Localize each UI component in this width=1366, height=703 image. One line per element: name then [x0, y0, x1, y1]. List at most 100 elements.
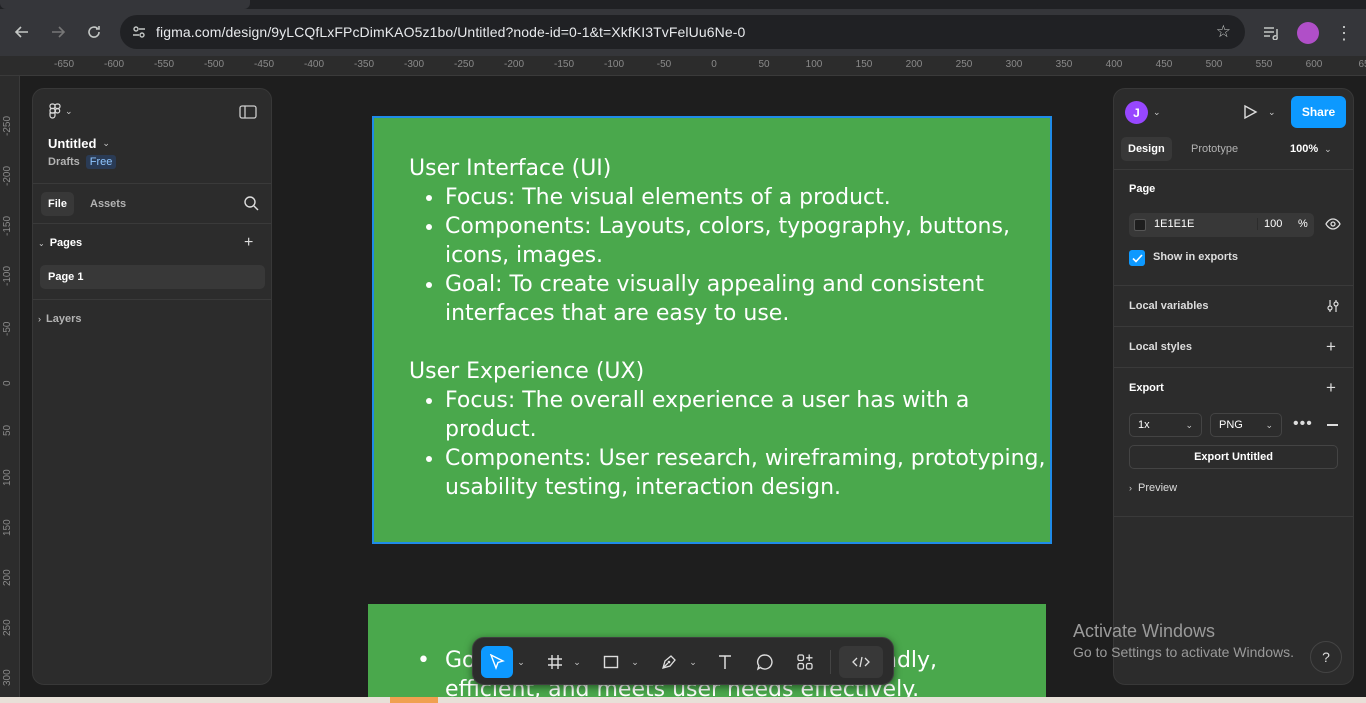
divider	[33, 299, 271, 300]
search-icon[interactable]	[243, 195, 259, 216]
local-variables-label[interactable]: Local variables	[1129, 300, 1209, 312]
export-button[interactable]: Export Untitled	[1129, 445, 1338, 469]
add-page-icon[interactable]: +	[244, 234, 253, 252]
divider	[1114, 169, 1353, 170]
export-format-dropdown[interactable]: PNG ⌄	[1210, 413, 1282, 437]
frame-tool[interactable]	[541, 646, 569, 678]
chevron-down-icon[interactable]: ⌄	[515, 646, 527, 678]
pen-tool[interactable]	[655, 646, 683, 678]
plan-badge[interactable]: Free	[85, 155, 117, 169]
local-styles-label: Local styles	[1129, 341, 1192, 353]
browser-tab[interactable]	[748, 0, 1038, 9]
toggle-sidebar-icon[interactable]	[239, 105, 257, 124]
chevron-down-icon[interactable]: ⌄	[629, 646, 641, 678]
file-name-button[interactable]: Untitled ⌄	[48, 136, 110, 151]
browser-tab-strip	[0, 0, 1366, 9]
browser-tab[interactable]	[0, 0, 250, 9]
ruler-tick-label: -300	[403, 59, 425, 70]
ruler-vertical: -250 -200 -150 -100 -50 0 50 100 150 200 250 300	[0, 76, 20, 703]
media-control-icon[interactable]	[1258, 18, 1286, 48]
ruler-tick-label: 600	[1305, 59, 1323, 70]
kebab-menu-icon[interactable]: ⋮	[1330, 18, 1358, 48]
eye-icon[interactable]	[1325, 217, 1341, 236]
comment-tool[interactable]	[751, 646, 779, 678]
taskbar-edge	[0, 697, 1366, 703]
ruler-tick-label: 250	[955, 59, 973, 70]
chevron-right-icon: ›	[38, 314, 41, 324]
ruler-tick-label: 150	[2, 519, 13, 536]
export-scale-dropdown[interactable]: 1x ⌄	[1129, 413, 1202, 437]
ruler-tick-label: -550	[153, 59, 175, 70]
remove-export-icon[interactable]	[1327, 424, 1338, 426]
pages-section-header[interactable]: ⌄ Pages	[38, 237, 82, 249]
ruler-tick-label: -200	[2, 165, 13, 186]
show-in-exports-label[interactable]: Show in exports	[1153, 251, 1238, 263]
present-button[interactable]: ⌄	[1242, 104, 1276, 120]
url-text[interactable]: figma.com/design/9yLCQfLxFPcDimKAO5z1bo/…	[156, 24, 745, 40]
tab-design[interactable]: Design	[1121, 137, 1172, 161]
shape-tool[interactable]	[597, 646, 625, 678]
back-arrow-icon[interactable]	[4, 14, 40, 50]
ruler-tick-label: -400	[303, 59, 325, 70]
drafts-link[interactable]: Drafts	[48, 156, 80, 168]
show-in-exports-checkbox[interactable]	[1129, 250, 1145, 266]
figma-logo-icon	[49, 103, 61, 119]
avatar: J	[1125, 101, 1148, 124]
profile-avatar-icon[interactable]	[1294, 18, 1322, 48]
ruler-tick-label: -100	[2, 265, 13, 286]
reload-icon[interactable]	[76, 14, 112, 50]
zoom-dropdown[interactable]: 100% ⌄	[1290, 137, 1332, 161]
color-swatch[interactable]	[1134, 219, 1146, 231]
text-tool[interactable]	[711, 646, 739, 678]
main-menu-button[interactable]: ⌄	[49, 103, 73, 119]
tab-prototype[interactable]: Prototype	[1184, 137, 1245, 161]
ruler-tick-label: 50	[2, 424, 13, 436]
more-options-icon[interactable]: •••	[1293, 415, 1313, 433]
add-export-icon[interactable]: +	[1326, 378, 1336, 398]
address-bar[interactable]: figma.com/design/9yLCQfLxFPcDimKAO5z1bo/…	[120, 15, 1245, 49]
ux-list: Focus: The overall experience a user has…	[445, 386, 1049, 502]
ruler-tick-label: 300	[2, 669, 13, 686]
comment-icon	[756, 654, 773, 671]
adjust-variables-icon[interactable]	[1326, 299, 1340, 318]
site-info-icon[interactable]	[130, 23, 148, 41]
ruler-tick-label: 250	[2, 619, 13, 636]
code-icon	[852, 656, 870, 668]
ruler-tick-label: -200	[503, 59, 525, 70]
page-item-1[interactable]: Page 1	[40, 265, 265, 289]
bookmark-star-icon[interactable]: ☆	[1216, 22, 1231, 42]
share-button[interactable]: Share	[1291, 96, 1346, 128]
tab-file[interactable]: File	[41, 192, 74, 216]
ruler-tick-label: -150	[553, 59, 575, 70]
dev-mode-toggle[interactable]	[839, 646, 883, 678]
ruler-tick-label: 0	[711, 59, 717, 70]
chevron-down-icon[interactable]: ⌄	[571, 646, 583, 678]
frame-ui-ux[interactable]: User Interface (UI) Focus: The visual el…	[372, 116, 1052, 544]
divider	[33, 183, 271, 184]
user-avatar-button[interactable]: J ⌄	[1125, 101, 1161, 124]
ruler-tick-label: 50	[758, 59, 770, 70]
right-sidebar: J ⌄ ⌄ Design Prototype 100% ⌄ Page 1E1E1…	[1113, 88, 1354, 685]
windows-activation-watermark: Activate Windows Go to Settings to activ…	[1073, 621, 1294, 660]
rectangle-icon	[603, 655, 619, 669]
layers-section-header[interactable]: › Layers	[38, 313, 81, 325]
tab-assets[interactable]: Assets	[83, 192, 133, 216]
bg-color-hex[interactable]: 1E1E1E	[1154, 218, 1194, 230]
ruler-tick-label: -150	[2, 215, 13, 236]
ruler-tick-label: 450	[1155, 59, 1173, 70]
left-sidebar: ⌄ Untitled ⌄ Drafts Free File Assets ⌄ P…	[32, 88, 272, 685]
bg-opacity[interactable]: 100	[1257, 218, 1282, 230]
add-style-icon[interactable]: +	[1326, 337, 1336, 357]
preview-toggle[interactable]: › Preview	[1129, 482, 1177, 494]
background-color-field[interactable]: 1E1E1E 100 %	[1129, 213, 1314, 237]
ruler-tick-label: -250	[2, 115, 13, 136]
help-button[interactable]: ?	[1310, 641, 1342, 673]
chevron-down-icon[interactable]: ⌄	[687, 646, 699, 678]
bottom-toolbar: ⌄ ⌄ ⌄ ⌄	[472, 637, 894, 685]
ruler-tick-label: 400	[1105, 59, 1123, 70]
chevron-down-icon: ⌄	[1185, 419, 1193, 430]
move-tool[interactable]	[481, 646, 513, 678]
forward-arrow-icon[interactable]	[40, 14, 76, 50]
pen-icon	[662, 655, 676, 669]
actions-tool[interactable]	[791, 646, 819, 678]
